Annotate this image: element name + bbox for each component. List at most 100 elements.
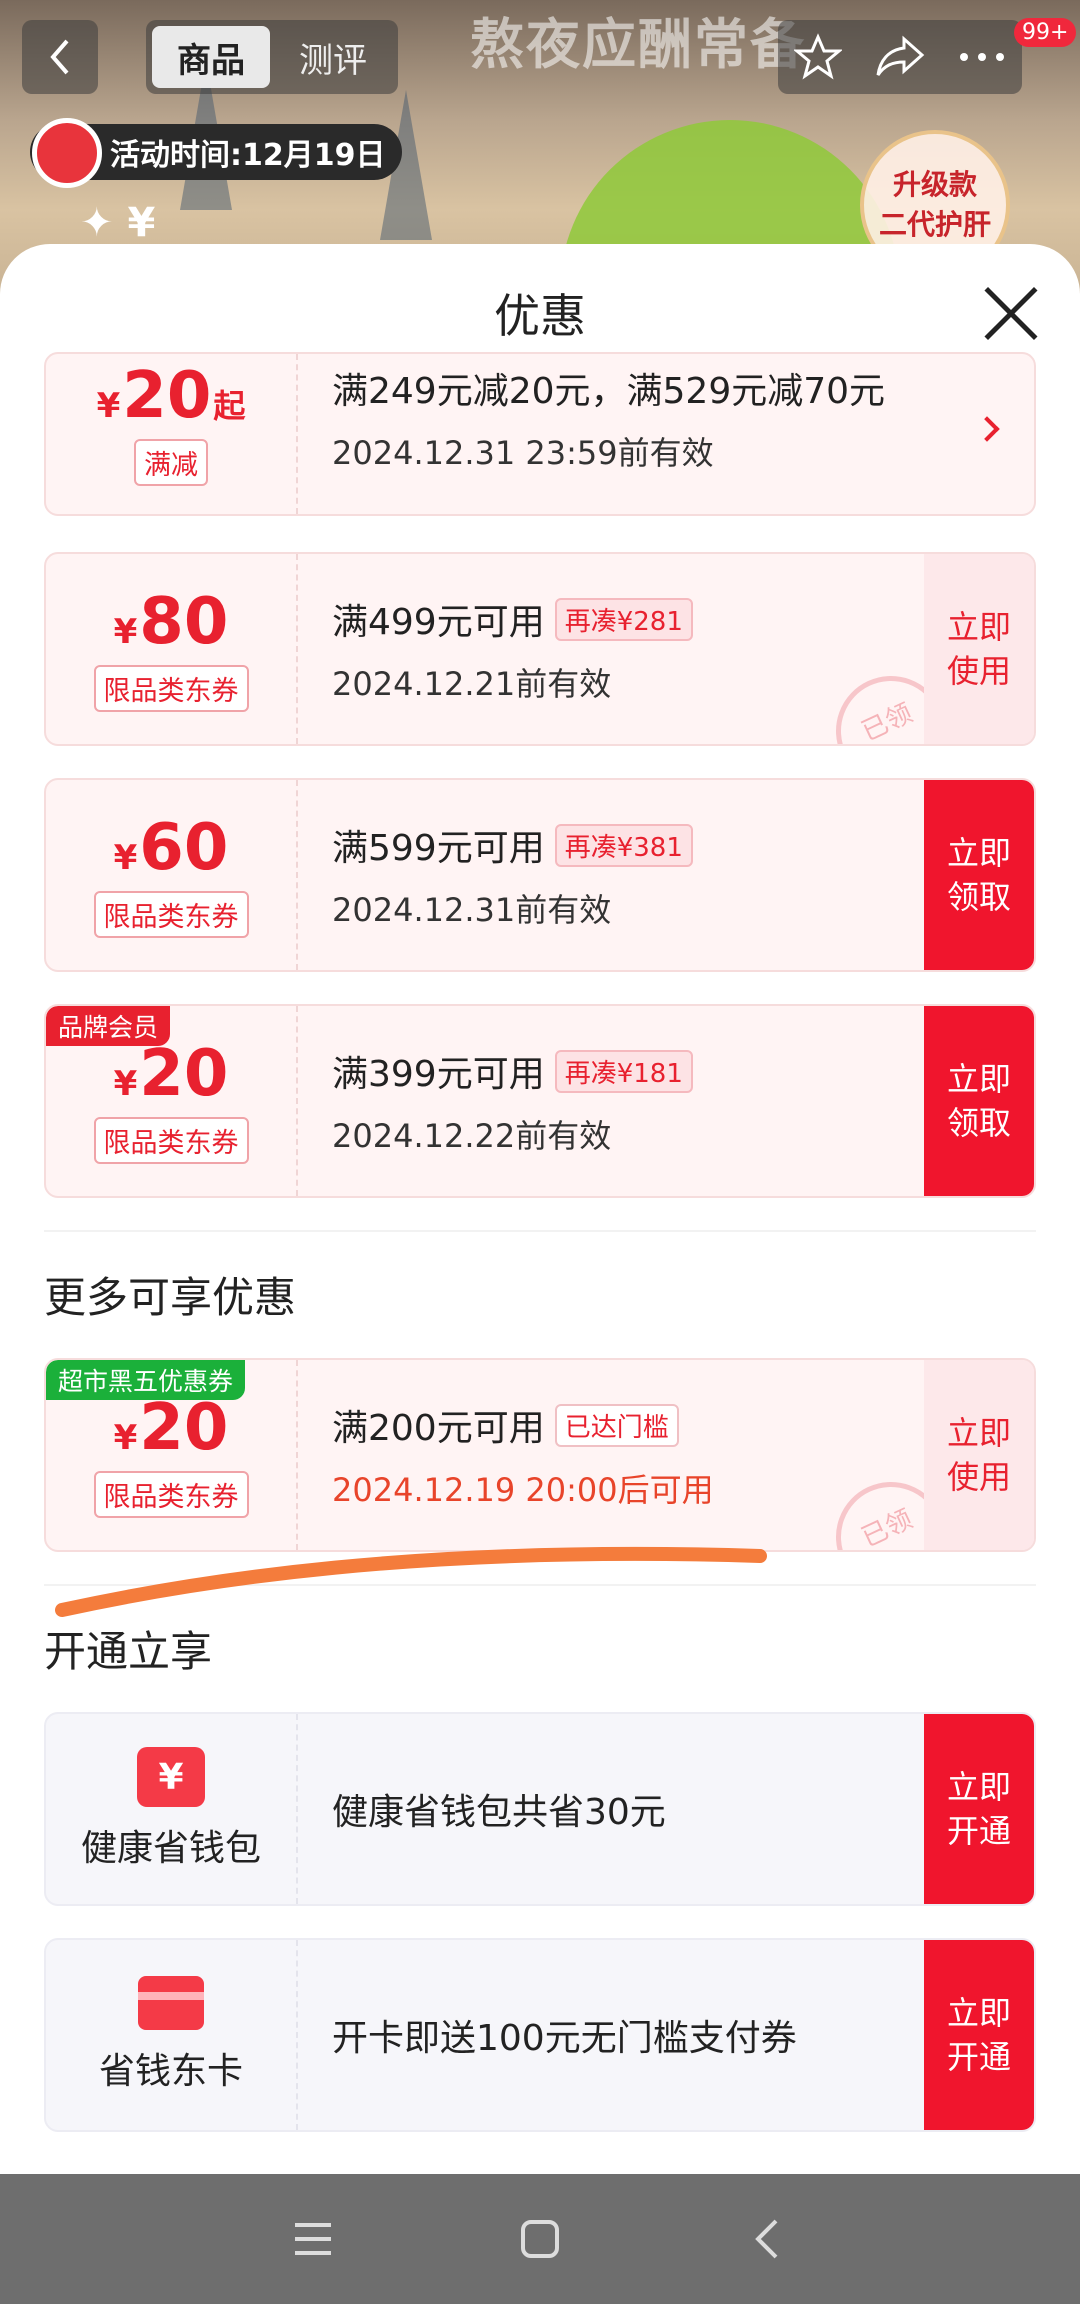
menu-icon[interactable] [273,2209,353,2269]
share-icon[interactable] [874,35,926,79]
yen-symbol: ¥ [113,1417,138,1458]
more-icon[interactable] [958,51,1006,63]
message-badge: 99+ [1014,18,1077,47]
home-icon[interactable] [500,2209,580,2269]
service-card: 省钱东卡 开卡即送100元无门槛支付券 立即开通 [44,1938,1036,2132]
top-up-chip: 再凑¥181 [554,1049,693,1093]
coupon-condition-row: 满599元可用 再凑¥381 [332,819,693,871]
use-now-button[interactable]: 立即 使用 [924,1360,1034,1550]
coupon-type-tag: 限品类东券 [93,664,249,712]
amount-value: 20 [139,1390,229,1465]
amount-value: 20 [139,1036,229,1111]
service-desc: 开卡即送100元无门槛支付券 [332,2018,797,2059]
card-icon [138,1976,204,2030]
header-deco-text: 熬夜应酬常备 [470,13,806,76]
coupon-info: 满249元减20元，满529元减70元 2024.12.31 23:59前有效 [332,354,885,514]
button-label: 领取 [946,878,1011,916]
coupon-validity: 2024.12.21前有效 [332,665,612,703]
coupon-condition-row: 满499元可用 再凑¥281 [332,593,693,645]
more-offers-title: 更多可享优惠 [44,1273,297,1322]
service-brand: ¥ 健康省钱包 [46,1714,298,1904]
service-name: 健康省钱包 [80,1828,261,1869]
coupon-amount: ¥ 20 [114,1393,229,1463]
yen-symbol: ¥ [96,386,121,426]
top-up-chip: 再凑¥381 [554,823,693,867]
coupon-type-tag: 限品类东券 [93,1116,249,1164]
back-icon[interactable] [727,2209,807,2269]
close-icon[interactable] [984,286,1038,340]
service-name: 省钱东卡 [98,2051,243,2092]
coupon-condition: 满200元可用 [332,1408,545,1449]
chevron-right-icon[interactable] [974,416,1000,442]
coupon-validity: 2024.12.31前有效 [332,891,612,929]
top-actions [778,20,1022,94]
coupon-card: 超市黑五优惠券 ¥ 20 限品类东券 满200元可用 已达门槛 2024.12.… [44,1358,1036,1552]
coupon-info: 满399元可用 再凑¥181 2024.12.22前有效 [332,1006,693,1196]
coupon-condition: 满499元可用 [332,602,545,643]
coupon-amount: ¥ 20 起 [97,361,246,431]
yen-wallet-icon: ¥ [137,1747,205,1807]
button-label: 开通 [946,1812,1011,1850]
coupon-amount: ¥ 20 [114,1039,229,1109]
coupon-condition-row: 满399元可用 再凑¥181 [332,1045,693,1097]
sheet-title: 优惠 [494,289,586,343]
coupon-type-tag: 限品类东券 [93,890,249,938]
coupon-validity: 2024.12.31 23:59前有效 [332,434,714,472]
threshold-met-chip: 已达门槛 [554,1403,679,1447]
button-label: 立即 [946,608,1011,646]
button-label: 立即 [946,1060,1011,1098]
coupon-card: 品牌会员 ¥ 20 限品类东券 满399元可用 再凑¥181 2024.12.2… [44,1004,1036,1198]
claim-now-button[interactable]: 立即 领取 [924,1006,1034,1196]
open-benefits-title: 开通立享 [44,1627,213,1676]
coupon-amount-area: ¥ 20 起 满减 [46,354,298,514]
back-button[interactable] [22,20,98,94]
coupon-condition: 满599元可用 [332,828,545,869]
service-info: 健康省钱包共省30元 [332,1714,666,1904]
coupon-amount-area: ¥ 60 限品类东券 [46,780,298,970]
service-card: ¥ 健康省钱包 健康省钱包共省30元 立即开通 [44,1712,1036,1906]
coupon-condition: 满249元减20元，满529元减70元 [332,371,886,412]
service-brand: 省钱东卡 [46,1940,298,2130]
button-label: 使用 [946,1458,1011,1496]
amount-value: 20 [122,359,212,433]
amount-suffix: 起 [213,387,246,425]
upgrade-badge-line: 升级款 [892,168,977,201]
button-label: 立即 [946,834,1011,872]
coupon-card[interactable]: ¥ 20 起 满减 满249元减20元，满529元减70元 2024.12.31… [44,352,1036,516]
coupon-card: ¥ 80 限品类东券 满499元可用 再凑¥281 2024.12.21前有效 … [44,552,1036,746]
button-label: 立即 [946,1994,1011,2032]
chevron-left-icon [50,39,69,75]
coupon-sheet: 优惠 ¥ 20 起 满减 满249元减20元，满529元减70元 2024.12… [0,244,1080,2174]
upgrade-badge-line: 二代护肝 [878,208,991,241]
use-now-button[interactable]: 立即 使用 [924,554,1034,744]
top-up-chip: 再凑¥281 [554,597,693,641]
coupon-condition: 满399元可用 [332,1054,545,1095]
star-icon[interactable] [794,33,842,81]
button-label: 领取 [946,1104,1011,1142]
tab-review[interactable]: 测评 [274,26,392,88]
coupon-condition-row: 满200元可用 已达门槛 [332,1399,714,1451]
activate-now-button[interactable]: 立即 开通 [924,1940,1034,2130]
service-info: 开卡即送100元无门槛支付券 [332,1940,797,2130]
service-desc: 健康省钱包共省30元 [332,1792,666,1833]
coupon-validity: 2024.12.22前有效 [332,1117,612,1155]
coupon-info: 满200元可用 已达门槛 2024.12.19 20:00后可用 [332,1360,714,1550]
divider [44,1230,1036,1232]
coupon-amount-area: ¥ 20 限品类东券 [46,1006,298,1196]
tab-product[interactable]: 商品 [152,26,270,88]
button-label: 开通 [946,2038,1011,2076]
coupon-amount-area: ¥ 20 限品类东券 [46,1360,298,1550]
coupon-card: ¥ 60 限品类东券 满599元可用 再凑¥381 2024.12.31前有效 … [44,778,1036,972]
amount-value: 80 [139,584,229,659]
coupon-amount: ¥ 80 [114,587,229,657]
coupon-type-tag: 满减 [134,439,208,486]
claim-now-button[interactable]: 立即 领取 [924,780,1034,970]
coupon-info: 满599元可用 再凑¥381 2024.12.31前有效 [332,780,693,970]
button-label: 立即 [946,1768,1011,1806]
amount-value: 60 [139,810,229,885]
coupon-info: 满499元可用 再凑¥281 2024.12.21前有效 [332,554,693,744]
yen-symbol: ¥ [113,837,138,878]
activate-now-button[interactable]: 立即 开通 [924,1714,1034,1904]
coupon-type-tag: 限品类东券 [93,1470,249,1518]
coupon-amount: ¥ 60 [114,813,229,883]
